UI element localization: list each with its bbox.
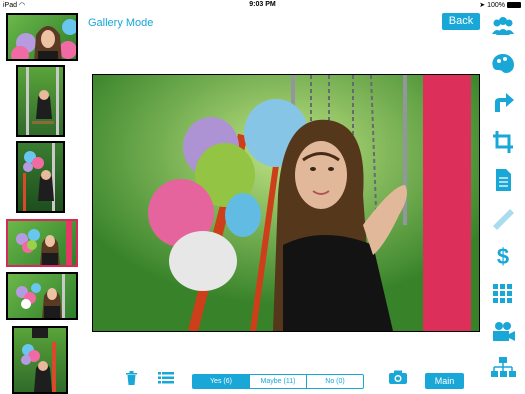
grid-icon[interactable]	[490, 282, 516, 306]
main-button[interactable]: Main	[425, 373, 464, 389]
palette-icon[interactable]	[490, 52, 516, 76]
share-arrow-icon[interactable]	[490, 90, 516, 114]
people-icon[interactable]	[490, 14, 516, 38]
clock: 9:03 PM	[249, 1, 276, 8]
battery-icon	[507, 2, 521, 8]
ruler-icon[interactable]	[490, 206, 516, 230]
list-icon[interactable]	[158, 372, 174, 384]
svg-text:$: $	[497, 244, 509, 268]
thumbnail-5[interactable]	[6, 272, 78, 320]
main-photo[interactable]	[92, 74, 480, 332]
dollar-icon[interactable]: $	[490, 244, 516, 268]
thumbnail-4-selected[interactable]	[6, 219, 78, 267]
video-camera-icon[interactable]	[490, 320, 516, 344]
document-icon[interactable]	[490, 168, 516, 192]
filter-yes[interactable]: Yes (6)	[193, 375, 249, 388]
battery-indicator: ➤ 100%	[479, 1, 521, 9]
back-button[interactable]: Back	[442, 13, 480, 30]
filter-no[interactable]: No (0)	[306, 375, 363, 388]
rating-filter: Yes (6) Maybe (11) No (0)	[192, 374, 364, 389]
trash-icon[interactable]	[125, 371, 138, 385]
thumbnail-6[interactable]	[12, 326, 68, 394]
filter-maybe[interactable]: Maybe (11)	[249, 375, 306, 388]
page-title: Gallery Mode	[88, 17, 154, 29]
folder-tree-icon[interactable]	[490, 356, 516, 380]
camera-icon[interactable]	[389, 370, 407, 384]
crop-icon[interactable]	[490, 130, 516, 154]
thumbnail-1[interactable]	[6, 13, 78, 61]
thumbnail-2[interactable]	[16, 65, 65, 137]
status-bar: iPad ◠ 9:03 PM ➤ 100%	[0, 0, 525, 12]
thumbnail-3[interactable]	[16, 141, 65, 213]
